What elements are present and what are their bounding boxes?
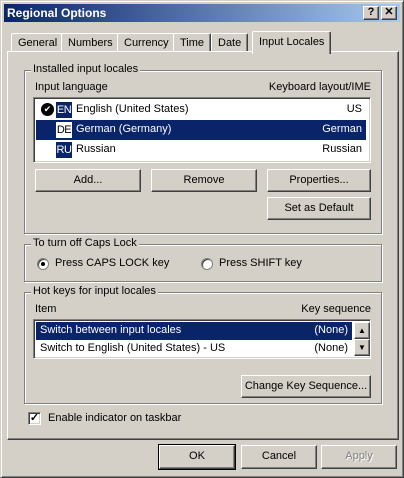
installed-locales-list[interactable]: ✔ EN English (United States) US DE Germa… [33, 97, 371, 163]
close-button[interactable]: ✕ [381, 6, 397, 20]
add-button[interactable]: Add... [35, 169, 141, 192]
shift-radio[interactable] [201, 258, 213, 270]
hotkey-item: Switch to English (United States) - US [40, 342, 226, 354]
tab-numbers[interactable]: Numbers [61, 33, 120, 53]
hotkey-item: Switch between input locales [40, 324, 182, 336]
locale-layout: US [346, 103, 362, 115]
tab-date[interactable]: Date [211, 33, 249, 53]
caps-lock-radio[interactable] [37, 258, 49, 270]
locale-language: English (United States) [76, 103, 189, 115]
locale-code: EN [56, 102, 72, 118]
title-bar[interactable]: Regional Options ? ✕ [4, 4, 400, 22]
col-input-language: Input language [35, 81, 108, 93]
enable-indicator-checkbox[interactable]: ✓ [28, 412, 41, 425]
tab-time[interactable]: Time [173, 33, 212, 53]
scroll-down-icon[interactable]: ▼ [354, 339, 370, 356]
caps-group-label: To turn off Caps Lock [31, 237, 139, 249]
hot-keys-list[interactable]: Switch between input locales (None) Swit… [33, 319, 371, 359]
locale-row-german[interactable]: DE German (Germany) German [36, 120, 366, 140]
hotkey-sequence: (None) [314, 342, 348, 354]
checkmark-icon: ✓ [29, 412, 40, 424]
regional-options-window: Regional Options ? ✕ General Numbers Cur… [0, 0, 404, 478]
shift-option-label[interactable]: Press SHIFT key [219, 257, 302, 269]
locale-language: German (Germany) [76, 123, 172, 135]
installed-locales-group: Installed input locales Input language K… [24, 63, 382, 234]
hot-keys-group: Hot keys for input locales Item Key sequ… [24, 285, 382, 404]
locale-code: DE [56, 122, 72, 138]
tab-general[interactable]: General [11, 33, 65, 53]
locale-layout: German [322, 123, 362, 135]
col-keyboard-layout: Keyboard layout/IME [268, 81, 371, 93]
col-item: Item [35, 303, 57, 315]
hotkey-row-switch-english[interactable]: Switch to English (United States) - US (… [36, 340, 352, 358]
window-title: Regional Options [7, 6, 107, 20]
apply-button[interactable]: Apply [321, 445, 397, 469]
help-button[interactable]: ? [363, 6, 379, 20]
locale-row-russian[interactable]: RU Russian Russian [36, 140, 366, 160]
hotkeys-group-label: Hot keys for input locales [31, 285, 158, 297]
radio-selected-dot [41, 262, 45, 266]
properties-button[interactable]: Properties... [267, 169, 371, 192]
hotkey-sequence: (None) [314, 324, 348, 336]
tab-input-locales[interactable]: Input Locales [252, 31, 332, 54]
tab-currency[interactable]: Currency [117, 33, 176, 53]
hotkeys-scrollbar[interactable]: ▲ ▼ [354, 322, 370, 356]
locale-language: Russian [76, 143, 116, 155]
hotkey-row-switch-locales[interactable]: Switch between input locales (None) [36, 322, 352, 340]
locale-code: RU [56, 142, 72, 158]
locale-row-english[interactable]: ✔ EN English (United States) US [36, 100, 366, 120]
tab-panel: Installed input locales Input language K… [7, 51, 399, 440]
cancel-button[interactable]: Cancel [241, 445, 317, 469]
default-check-icon: ✔ [41, 103, 54, 116]
ok-button[interactable]: OK [158, 444, 236, 470]
enable-indicator-label[interactable]: Enable indicator on taskbar [48, 412, 181, 424]
caps-lock-group: To turn off Caps Lock Press CAPS LOCK ke… [24, 237, 382, 282]
caps-lock-option-label[interactable]: Press CAPS LOCK key [55, 257, 169, 269]
change-key-sequence-button[interactable]: Change Key Sequence... [241, 375, 371, 398]
locale-layout: Russian [322, 143, 362, 155]
set-default-button[interactable]: Set as Default [267, 197, 371, 220]
col-key-sequence: Key sequence [301, 303, 371, 315]
scroll-up-icon[interactable]: ▲ [354, 322, 370, 339]
remove-button[interactable]: Remove [151, 169, 257, 192]
installed-group-label: Installed input locales [31, 63, 141, 75]
